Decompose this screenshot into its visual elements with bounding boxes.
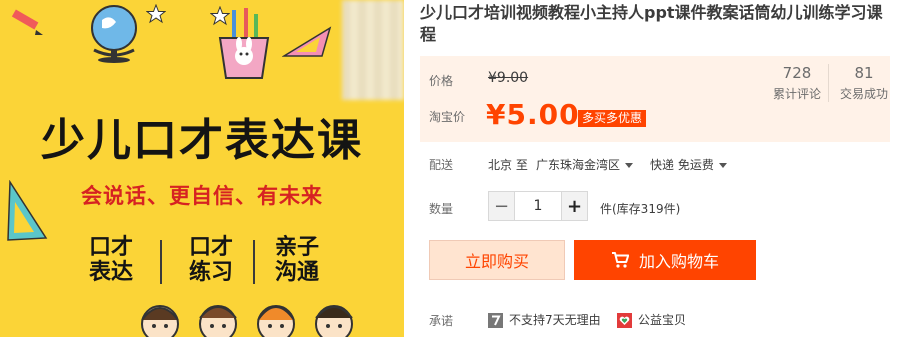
- pillar-speech: 口才 表达: [66, 235, 156, 285]
- quantity-input[interactable]: [515, 191, 561, 221]
- charity-heart-icon: [617, 313, 632, 328]
- review-count-label: 累计评论: [772, 87, 821, 101]
- seven-day-icon: [488, 313, 503, 328]
- shipping-method-selector[interactable]: 快递 免运费: [650, 156, 727, 173]
- review-count-value: 728: [782, 64, 812, 82]
- review-count[interactable]: 728 累计评论: [762, 64, 832, 102]
- ship-to-value: 广东珠海金湾区: [536, 158, 621, 172]
- sales-count-label: 交易成功: [839, 87, 888, 101]
- pencil-cup-icon: [218, 8, 270, 79]
- chevron-down-icon: [625, 163, 634, 168]
- stock-info: 件(库存319件): [600, 202, 681, 216]
- taobao-price-label: 淘宝价: [429, 110, 466, 124]
- bulk-discount-badge[interactable]: 多买多优惠: [578, 110, 647, 127]
- promise-label: 承诺: [429, 314, 454, 328]
- blurred-watermark: [342, 0, 404, 100]
- add-to-cart-label: 加入购物车: [638, 252, 719, 271]
- delivery-label: 配送: [429, 158, 454, 172]
- promise-no-return-label: 不支持7天无理由: [509, 313, 601, 327]
- kids-illustration: [141, 305, 353, 337]
- hero-subtitle: 会说话、更自信、有未来: [81, 184, 323, 208]
- cart-icon: [611, 252, 629, 268]
- ship-to-selector[interactable]: 广东珠海金湾区: [536, 156, 634, 173]
- promise-charity-label: 公益宝贝: [638, 313, 687, 327]
- add-to-cart-button[interactable]: 加入购物车: [574, 240, 756, 280]
- pillar-line: 沟通: [274, 260, 319, 285]
- chevron-down-icon: [718, 163, 727, 168]
- increase-button[interactable]: +: [561, 191, 588, 221]
- pillar-line: 亲子: [274, 235, 319, 260]
- star-icon: [146, 4, 166, 24]
- pillar-line: 口才: [88, 235, 133, 260]
- quantity-label: 数量: [429, 202, 454, 216]
- pillar-line: 口才: [188, 235, 233, 260]
- product-image[interactable]: 少儿口才表达课 会说话、更自信、有未来 口才 表达 口才 练习 亲子 沟通: [0, 0, 404, 337]
- globe-icon: [91, 5, 137, 63]
- divider: [160, 240, 162, 284]
- pillar-practice: 口才 练习: [166, 235, 256, 285]
- promise-charity[interactable]: 公益宝贝: [617, 311, 686, 328]
- promise-no-return[interactable]: 不支持7天无理由: [488, 311, 601, 328]
- pillar-line: 表达: [88, 260, 133, 285]
- current-price: ¥5.00: [486, 98, 580, 131]
- pencil-icon: [11, 9, 43, 35]
- pillar-line: 练习: [188, 260, 233, 285]
- buy-now-button[interactable]: 立即购买: [429, 240, 565, 280]
- product-page: 少儿口才表达课 会说话、更自信、有未来 口才 表达 口才 练习 亲子 沟通 少儿…: [0, 0, 900, 357]
- hero-title: 少儿口才表达课: [41, 115, 363, 166]
- sales-count-value: 81: [854, 64, 874, 82]
- triangle-ruler-icon: [282, 26, 332, 57]
- pillar-family: 亲子 沟通: [252, 235, 342, 285]
- ship-from: 北京 至: [488, 158, 528, 172]
- decrease-button[interactable]: −: [488, 191, 515, 221]
- quantity-stepper: − +: [488, 191, 588, 221]
- original-price: ¥9.00: [488, 70, 529, 86]
- price-label: 价格: [429, 74, 454, 88]
- shipping-method-value: 快递 免运费: [650, 158, 714, 172]
- product-title: 少儿口才培训视频教程小主持人ppt课件教案话筒幼儿训练学习课程: [420, 3, 883, 44]
- sales-count: 81 交易成功: [829, 64, 899, 102]
